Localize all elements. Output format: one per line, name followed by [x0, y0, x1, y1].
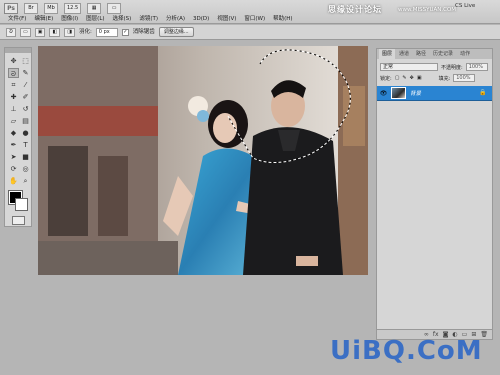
marquee-tool-icon[interactable]: ⬚ — [20, 56, 31, 66]
toolbox-header[interactable] — [5, 48, 31, 53]
fill-input[interactable]: 100% — [453, 74, 476, 82]
main-menus: 文件(F) 编辑(E) 图像(I) 图层(L) 选择(S) 滤镜(T) 分析(A… — [4, 14, 297, 24]
document-canvas[interactable] — [38, 46, 368, 275]
feather-input[interactable]: 0 px — [95, 27, 118, 37]
hand-tool-icon[interactable]: ✋ — [8, 176, 19, 186]
menu-file[interactable]: 文件(F) — [4, 14, 30, 24]
healing-tool-icon[interactable]: ✚ — [8, 92, 19, 102]
eyedropper-tool-icon[interactable]: ⁄ — [20, 80, 31, 90]
antialias-checkbox[interactable]: ✓ — [121, 28, 129, 36]
menu-select[interactable]: 选择(S) — [109, 14, 136, 24]
move-tool-icon[interactable]: ✥ — [8, 56, 19, 66]
lock-position-icon[interactable]: ✥ — [410, 75, 414, 81]
view-extras-button[interactable]: ▦ — [87, 2, 102, 14]
crop-tool-icon[interactable]: ⌗ — [8, 80, 19, 90]
layers-panel: 图层 通道 路径 历史记录 动作 正常 不透明度: 100% 锁定: ▢ ✎ ✥… — [376, 48, 493, 340]
opacity-label: 不透明度: — [441, 64, 463, 71]
cs-live-button[interactable]: CS Live — [455, 3, 475, 9]
menu-bar: Ps Br Mb 12.5 ▦ ▭ 文件(F) 编辑(E) 图像(I) 图层(L… — [0, 0, 500, 24]
layer-name: 背景 — [410, 91, 422, 97]
menu-filter[interactable]: 滤镜(T) — [135, 14, 162, 24]
menu-analysis[interactable]: 分析(A) — [162, 14, 189, 24]
bridge-button[interactable]: Br — [24, 2, 38, 14]
brush-tool-icon[interactable]: ✐ — [20, 92, 31, 102]
layer-row-background[interactable]: 👁 背景 🔒 — [377, 86, 492, 101]
photo-image — [38, 46, 368, 275]
ps-logo: Ps — [4, 3, 18, 14]
tab-actions[interactable]: 动作 — [457, 49, 473, 59]
3d-rotate-tool-icon[interactable]: ⟳ — [8, 164, 19, 174]
eraser-tool-icon[interactable]: ▱ — [8, 116, 19, 126]
photoshop-window: Ps Br Mb 12.5 ▦ ▭ 文件(F) 编辑(E) 图像(I) 图层(L… — [0, 0, 500, 375]
lock-icon: 🔒 — [479, 89, 487, 96]
pen-tool-icon[interactable]: ✒ — [8, 140, 19, 150]
feather-label: 羽化: — [78, 28, 92, 35]
menu-help[interactable]: 帮助(H) — [269, 14, 296, 24]
application-bar: Br Mb 12.5 ▦ ▭ — [24, 2, 122, 14]
antialias-label: 消除锯齿 — [132, 28, 155, 35]
blend-mode-select[interactable]: 正常 — [380, 63, 438, 71]
gradient-tool-icon[interactable]: ▤ — [20, 116, 31, 126]
options-bar: ᘐ ▭ ▣ ◧ ◨ 羽化: 0 px ✓ 消除锯齿 调整边缘... — [0, 25, 500, 40]
blend-row: 正常 不透明度: 100% — [380, 63, 488, 71]
add-selection-icon[interactable]: ▣ — [34, 27, 46, 37]
menu-window[interactable]: 窗口(W) — [240, 14, 269, 24]
path-select-tool-icon[interactable]: ➤ — [8, 152, 19, 162]
menu-edit[interactable]: 编辑(E) — [30, 14, 57, 24]
tab-layers[interactable]: 图层 — [379, 49, 396, 59]
new-selection-icon[interactable]: ▭ — [20, 27, 31, 37]
refine-edge-button[interactable]: 调整边缘... — [158, 27, 194, 37]
type-tool-icon[interactable]: T — [20, 140, 31, 150]
lock-pixels-icon[interactable]: ▢ — [395, 75, 400, 81]
3d-orbit-tool-icon[interactable]: ◎ — [20, 164, 31, 174]
menu-image[interactable]: 图像(I) — [57, 14, 82, 24]
opacity-input[interactable]: 100% — [465, 63, 488, 71]
watermark-logo: UiBQ.CoM — [330, 336, 483, 366]
blur-tool-icon[interactable]: ◆ — [8, 128, 19, 138]
minibridge-button[interactable]: Mb — [44, 2, 58, 14]
history-brush-icon[interactable]: ↺ — [20, 104, 31, 114]
intersect-selection-icon[interactable]: ◨ — [64, 27, 75, 37]
tools-panel: ✥ ⬚ ᘐ ✎ ⌗ ⁄ ✚ ✐ ⊥ ↺ ▱ ▤ ◆ ● ✒ T ➤ ■ ⟳ ◎ … — [4, 47, 32, 227]
dodge-tool-icon[interactable]: ● — [20, 128, 31, 138]
site-banner: 思缘设计论坛 — [328, 5, 382, 14]
tab-history[interactable]: 历史记录 — [430, 49, 456, 59]
lock-all-icon[interactable]: ▣ — [417, 75, 422, 81]
zoom-level[interactable]: 12.5 — [64, 2, 82, 14]
screen-mode-button[interactable]: ▭ — [107, 2, 122, 14]
stamp-tool-icon[interactable]: ⊥ — [8, 104, 19, 114]
lasso-icon[interactable]: ᘐ — [6, 27, 16, 37]
shape-tool-icon[interactable]: ■ — [20, 152, 31, 162]
layer-thumbnail — [391, 87, 406, 99]
site-url: www.MISSYUAN.COM — [398, 7, 457, 13]
tab-paths[interactable]: 路径 — [413, 49, 429, 59]
background-color-swatch[interactable] — [15, 198, 28, 211]
menu-view[interactable]: 视图(V) — [213, 14, 240, 24]
visibility-eye-icon[interactable]: 👁 — [379, 89, 388, 98]
zoom-tool-icon[interactable]: ⌕ — [20, 176, 31, 186]
lasso-tool-icon[interactable]: ᘐ — [8, 68, 19, 78]
lock-label: 锁定: — [380, 75, 392, 82]
tab-channels[interactable]: 通道 — [396, 49, 412, 59]
lock-row: 锁定: ▢ ✎ ✥ ▣ 填充: 100% — [380, 74, 476, 82]
fill-label: 填充: — [438, 75, 451, 82]
menu-layer[interactable]: 图层(L) — [82, 14, 108, 24]
subtract-selection-icon[interactable]: ◧ — [49, 27, 61, 37]
panel-tabs: 图层 通道 路径 历史记录 动作 — [377, 49, 492, 59]
quick-mask-icon[interactable] — [12, 216, 25, 225]
quick-select-tool-icon[interactable]: ✎ — [20, 68, 31, 78]
menu-3d[interactable]: 3D(D) — [189, 14, 213, 24]
lock-paint-icon[interactable]: ✎ — [402, 75, 406, 81]
